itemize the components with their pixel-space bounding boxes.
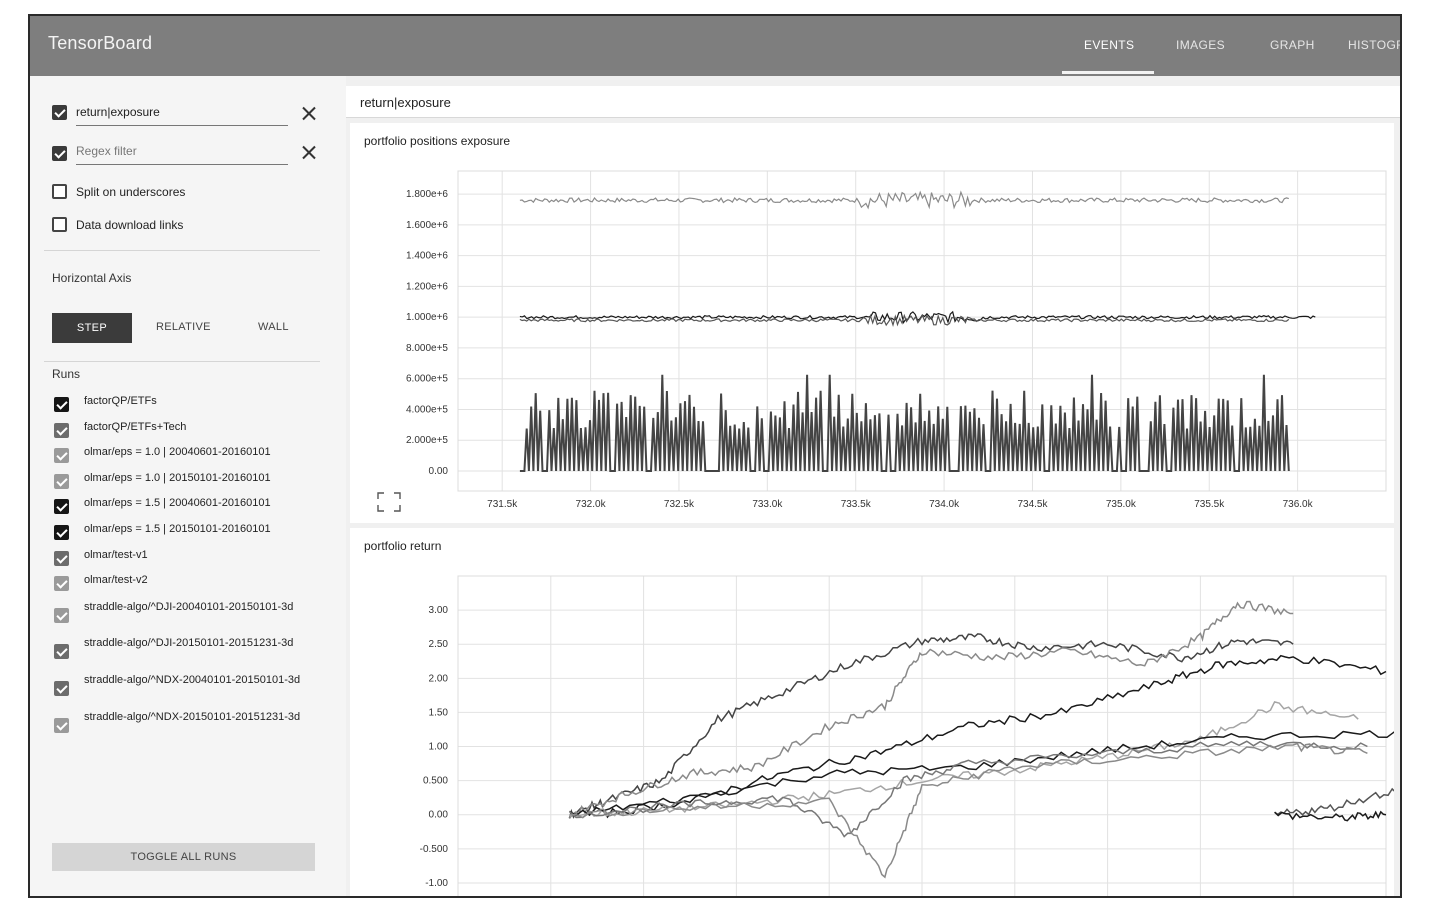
y-tick-label: -0.500 <box>420 844 449 855</box>
regex-filter-checkbox[interactable] <box>52 146 67 161</box>
main-panel: return|exposure portfolio positions expo… <box>346 76 1400 898</box>
y-tick-label: 1.50 <box>429 707 449 718</box>
exposure-series-line <box>519 374 1290 472</box>
y-tick-label: 6.000e+5 <box>406 374 448 385</box>
return-series-line <box>1274 787 1394 816</box>
y-tick-label: 4.000e+5 <box>406 404 448 415</box>
tab-events[interactable]: EVENTS <box>1084 38 1134 52</box>
x-tick-label: 736.0k <box>1283 499 1314 510</box>
split-underscores-label: Split on underscores <box>76 185 186 199</box>
axis-step-button[interactable]: STEP <box>52 313 132 343</box>
run-checkbox[interactable] <box>54 576 69 591</box>
x-tick-label: 734.0k <box>929 499 960 510</box>
app-window: TensorBoard EVENTS IMAGES GRAPH HISTOGR … <box>28 14 1402 898</box>
run-label: factorQP/ETFs+Tech <box>84 421 187 433</box>
run-label: olmar/eps = 1.5 | 20150101-20160101 <box>84 523 271 535</box>
y-tick-label: 1.00 <box>429 742 449 753</box>
return-chart[interactable]: -1.00 -0.500 0.00 0.500 1.00 1.50 2.00 2.50 3.00 <box>350 528 1394 898</box>
run-label: straddle-algo/^DJI-20150101-20151231-3d <box>84 637 294 649</box>
run-label: olmar/test-v1 <box>84 549 148 561</box>
y-tick-label: 0.00 <box>429 810 449 821</box>
axis-relative-button[interactable]: RELATIVE <box>156 321 211 333</box>
run-checkbox[interactable] <box>54 448 69 463</box>
run-label: olmar/eps = 1.5 | 20040601-20160101 <box>84 497 271 509</box>
exposure-chart[interactable]: 0.00 2.000e+5 4.000e+5 6.000e+5 8.000e+5 1.00… <box>350 123 1394 523</box>
y-tick-label: 2.000e+5 <box>406 435 448 446</box>
tab-images[interactable]: IMAGES <box>1176 38 1225 52</box>
run-checkbox[interactable] <box>54 423 69 438</box>
y-tick-label: 1.400e+6 <box>406 251 448 262</box>
run-checkbox[interactable] <box>54 644 69 659</box>
clear-tag-filter-icon[interactable] <box>302 106 316 120</box>
x-tick-label: 733.5k <box>841 499 872 510</box>
run-checkbox[interactable] <box>54 397 69 412</box>
y-tick-label: 8.000e+5 <box>406 343 448 354</box>
run-label: straddle-algo/^DJI-20040101-20150101-3d <box>84 601 294 613</box>
x-tick-label: 735.0k <box>1106 499 1137 510</box>
run-label: straddle-algo/^NDX-20150101-20151231-3d <box>84 711 301 723</box>
x-tick-label: 733.0k <box>752 499 783 510</box>
run-label: straddle-algo/^NDX-20040101-20150101-3d <box>84 674 301 686</box>
run-checkbox[interactable] <box>54 681 69 696</box>
run-label: olmar/eps = 1.0 | 20150101-20160101 <box>84 472 271 484</box>
y-tick-label: 1.000e+6 <box>406 312 448 323</box>
run-checkbox[interactable] <box>54 474 69 489</box>
app-title: TensorBoard <box>48 33 153 53</box>
clear-regex-filter-icon[interactable] <box>302 145 316 159</box>
sidebar-divider <box>44 250 320 251</box>
x-tick-label: 735.5k <box>1194 499 1225 510</box>
y-tick-label: 2.50 <box>429 639 449 650</box>
y-tick-label: 0.00 <box>429 466 449 477</box>
run-label: olmar/eps = 1.0 | 20040601-20160101 <box>84 446 271 458</box>
return-series-line <box>569 701 1359 818</box>
run-checkbox[interactable] <box>54 551 69 566</box>
tab-histograms[interactable]: HISTOGR <box>1348 38 1400 52</box>
x-tick-label: 731.5k <box>487 499 518 510</box>
return-series-line <box>568 600 1294 820</box>
y-tick-label: 1.600e+6 <box>406 220 448 231</box>
axis-wall-button[interactable]: WALL <box>258 321 289 333</box>
tag-filter-input[interactable]: return|exposure <box>76 102 288 126</box>
tag-group-name: return|exposure <box>360 95 451 110</box>
run-checkbox[interactable] <box>54 608 69 623</box>
data-download-checkbox[interactable] <box>52 217 67 232</box>
tag-filter-checkbox[interactable] <box>52 105 67 120</box>
runs-title: Runs <box>52 367 81 381</box>
regex-filter-input[interactable]: Regex filter <box>76 141 288 165</box>
y-tick-label: -1.00 <box>425 878 448 889</box>
tag-group-header[interactable]: return|exposure <box>346 86 1400 118</box>
run-checkbox[interactable] <box>54 499 69 514</box>
x-tick-label: 732.5k <box>664 499 695 510</box>
run-label: olmar/test-v2 <box>84 574 148 586</box>
chart-card-return: portfolio return -1.00 -0.500 0.00 0.500 1.0… <box>350 528 1394 898</box>
run-checkbox[interactable] <box>54 525 69 540</box>
data-download-label: Data download links <box>76 218 184 232</box>
horizontal-axis-title: Horizontal Axis <box>52 271 132 285</box>
y-tick-label: 0.500 <box>423 776 448 787</box>
y-tick-label: 1.200e+6 <box>406 281 448 292</box>
sidebar-divider <box>44 361 320 362</box>
active-tab-indicator <box>1062 71 1154 74</box>
tab-graph[interactable]: GRAPH <box>1270 38 1315 52</box>
y-tick-label: 3.00 <box>429 605 449 616</box>
split-underscores-checkbox[interactable] <box>52 184 67 199</box>
run-label: factorQP/ETFs <box>84 395 157 407</box>
y-tick-label: 1.800e+6 <box>406 189 448 200</box>
exposure-series-line <box>519 190 1289 210</box>
run-checkbox[interactable] <box>54 718 69 733</box>
return-series-line <box>568 740 1368 838</box>
chart-card-exposure: portfolio positions exposure 0.00 2.000e+… <box>350 123 1394 523</box>
x-tick-label: 734.5k <box>1017 499 1048 510</box>
return-series-line <box>569 742 1368 879</box>
x-tick-label: 732.0k <box>576 499 607 510</box>
top-bar: TensorBoard EVENTS IMAGES GRAPH HISTOGR <box>30 16 1400 76</box>
sidebar: return|exposure Regex filter Split on un… <box>30 76 346 896</box>
toggle-all-runs-button[interactable]: TOGGLE ALL RUNS <box>52 843 315 871</box>
y-tick-label: 2.00 <box>429 673 449 684</box>
expand-chart-icon <box>377 492 401 512</box>
return-series-line <box>568 633 1294 819</box>
